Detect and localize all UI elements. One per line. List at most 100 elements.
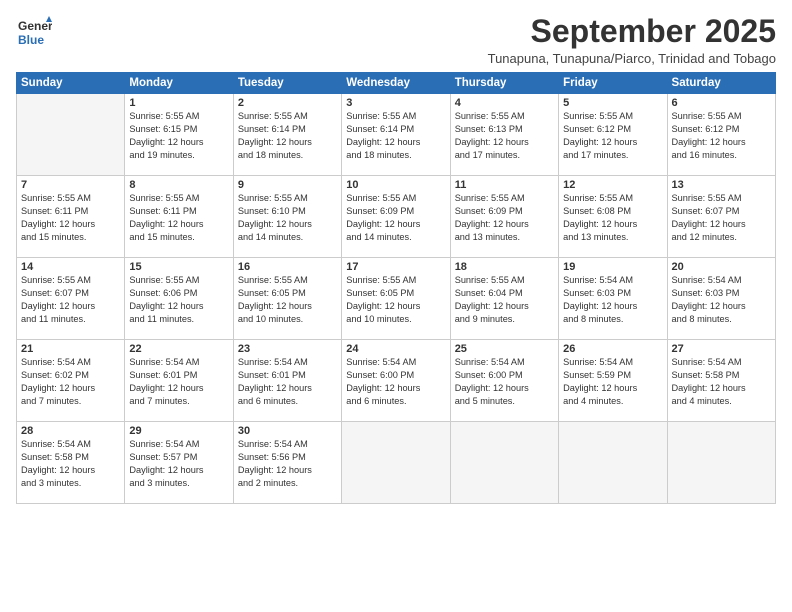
cell-line: Daylight: 12 hours <box>563 382 662 395</box>
cell-line: Sunset: 6:01 PM <box>238 369 337 382</box>
cell-line: Sunrise: 5:55 AM <box>129 192 228 205</box>
calendar-week-row: 14Sunrise: 5:55 AMSunset: 6:07 PMDayligh… <box>17 258 776 340</box>
day-number: 15 <box>129 261 228 273</box>
calendar-week-row: 21Sunrise: 5:54 AMSunset: 6:02 PMDayligh… <box>17 340 776 422</box>
calendar-cell: 20Sunrise: 5:54 AMSunset: 6:03 PMDayligh… <box>667 258 775 340</box>
cell-line: and 10 minutes. <box>238 313 337 326</box>
cell-line: Sunset: 6:02 PM <box>21 369 120 382</box>
calendar-cell: 19Sunrise: 5:54 AMSunset: 6:03 PMDayligh… <box>559 258 667 340</box>
cell-line: Sunrise: 5:54 AM <box>238 356 337 369</box>
cell-line: Daylight: 12 hours <box>672 382 771 395</box>
cell-line: Daylight: 12 hours <box>238 300 337 313</box>
cell-line: Sunrise: 5:54 AM <box>346 356 445 369</box>
svg-text:Blue: Blue <box>18 33 44 47</box>
cell-line: Sunset: 5:57 PM <box>129 451 228 464</box>
logo-icon: General Blue <box>16 14 52 50</box>
cell-line: Sunrise: 5:55 AM <box>238 274 337 287</box>
calendar-week-row: 28Sunrise: 5:54 AMSunset: 5:58 PMDayligh… <box>17 422 776 504</box>
cell-line: Daylight: 12 hours <box>21 464 120 477</box>
calendar-cell <box>667 422 775 504</box>
day-number: 25 <box>455 343 554 355</box>
cell-line: Daylight: 12 hours <box>346 136 445 149</box>
day-number: 12 <box>563 179 662 191</box>
cell-line: Sunrise: 5:54 AM <box>455 356 554 369</box>
cell-line: Sunset: 6:00 PM <box>455 369 554 382</box>
page: General Blue September 2025 Tunapuna, Tu… <box>0 0 792 612</box>
day-header-saturday: Saturday <box>667 73 775 94</box>
calendar-cell: 14Sunrise: 5:55 AMSunset: 6:07 PMDayligh… <box>17 258 125 340</box>
cell-line: Sunset: 6:09 PM <box>455 205 554 218</box>
cell-line: Sunrise: 5:54 AM <box>21 356 120 369</box>
day-number: 2 <box>238 97 337 109</box>
cell-line: Sunset: 6:12 PM <box>672 123 771 136</box>
calendar-cell: 4Sunrise: 5:55 AMSunset: 6:13 PMDaylight… <box>450 94 558 176</box>
calendar-cell: 10Sunrise: 5:55 AMSunset: 6:09 PMDayligh… <box>342 176 450 258</box>
cell-line: and 12 minutes. <box>672 231 771 244</box>
calendar-cell: 12Sunrise: 5:55 AMSunset: 6:08 PMDayligh… <box>559 176 667 258</box>
cell-line: Sunrise: 5:55 AM <box>455 274 554 287</box>
cell-line: Sunrise: 5:55 AM <box>563 110 662 123</box>
cell-line: Daylight: 12 hours <box>21 218 120 231</box>
day-number: 24 <box>346 343 445 355</box>
cell-line: Daylight: 12 hours <box>455 218 554 231</box>
calendar-week-row: 7Sunrise: 5:55 AMSunset: 6:11 PMDaylight… <box>17 176 776 258</box>
cell-line: and 2 minutes. <box>238 477 337 490</box>
cell-line: Sunset: 6:13 PM <box>455 123 554 136</box>
cell-line: Sunrise: 5:55 AM <box>346 192 445 205</box>
cell-line: Daylight: 12 hours <box>455 300 554 313</box>
cell-line: Daylight: 12 hours <box>21 382 120 395</box>
day-number: 11 <box>455 179 554 191</box>
cell-line: and 6 minutes. <box>238 395 337 408</box>
day-number: 16 <box>238 261 337 273</box>
calendar-cell: 18Sunrise: 5:55 AMSunset: 6:04 PMDayligh… <box>450 258 558 340</box>
cell-line: and 7 minutes. <box>21 395 120 408</box>
cell-line: Sunset: 6:09 PM <box>346 205 445 218</box>
cell-line: Sunrise: 5:55 AM <box>238 110 337 123</box>
cell-line: Sunset: 6:06 PM <box>129 287 228 300</box>
cell-line: Sunset: 6:07 PM <box>672 205 771 218</box>
cell-line: and 11 minutes. <box>129 313 228 326</box>
cell-line: Sunset: 6:15 PM <box>129 123 228 136</box>
day-number: 23 <box>238 343 337 355</box>
day-header-wednesday: Wednesday <box>342 73 450 94</box>
cell-line: and 10 minutes. <box>346 313 445 326</box>
cell-line: Sunrise: 5:54 AM <box>21 438 120 451</box>
cell-line: and 16 minutes. <box>672 149 771 162</box>
cell-line: Daylight: 12 hours <box>563 300 662 313</box>
cell-line: Sunrise: 5:55 AM <box>672 110 771 123</box>
cell-line: Sunrise: 5:55 AM <box>129 110 228 123</box>
day-number: 30 <box>238 425 337 437</box>
cell-line: Sunrise: 5:55 AM <box>21 192 120 205</box>
calendar-header-row: SundayMondayTuesdayWednesdayThursdayFrid… <box>17 73 776 94</box>
cell-line: Daylight: 12 hours <box>129 136 228 149</box>
cell-line: and 8 minutes. <box>672 313 771 326</box>
cell-line: and 3 minutes. <box>129 477 228 490</box>
day-number: 22 <box>129 343 228 355</box>
cell-line: Sunrise: 5:54 AM <box>129 356 228 369</box>
cell-line: Sunrise: 5:54 AM <box>563 356 662 369</box>
cell-line: Daylight: 12 hours <box>346 218 445 231</box>
cell-line: Sunset: 5:58 PM <box>21 451 120 464</box>
calendar-cell: 28Sunrise: 5:54 AMSunset: 5:58 PMDayligh… <box>17 422 125 504</box>
cell-line: Daylight: 12 hours <box>346 300 445 313</box>
cell-line: and 8 minutes. <box>563 313 662 326</box>
day-number: 20 <box>672 261 771 273</box>
calendar-cell: 21Sunrise: 5:54 AMSunset: 6:02 PMDayligh… <box>17 340 125 422</box>
cell-line: Sunset: 6:05 PM <box>346 287 445 300</box>
cell-line: Sunrise: 5:55 AM <box>455 192 554 205</box>
cell-line: and 18 minutes. <box>238 149 337 162</box>
cell-line: Daylight: 12 hours <box>455 382 554 395</box>
day-header-thursday: Thursday <box>450 73 558 94</box>
cell-line: and 15 minutes. <box>129 231 228 244</box>
day-number: 19 <box>563 261 662 273</box>
day-number: 27 <box>672 343 771 355</box>
calendar-cell: 16Sunrise: 5:55 AMSunset: 6:05 PMDayligh… <box>233 258 341 340</box>
cell-line: and 3 minutes. <box>21 477 120 490</box>
day-header-monday: Monday <box>125 73 233 94</box>
cell-line: and 15 minutes. <box>21 231 120 244</box>
cell-line: and 17 minutes. <box>455 149 554 162</box>
day-header-tuesday: Tuesday <box>233 73 341 94</box>
day-number: 7 <box>21 179 120 191</box>
cell-line: Daylight: 12 hours <box>672 300 771 313</box>
cell-line: and 5 minutes. <box>455 395 554 408</box>
